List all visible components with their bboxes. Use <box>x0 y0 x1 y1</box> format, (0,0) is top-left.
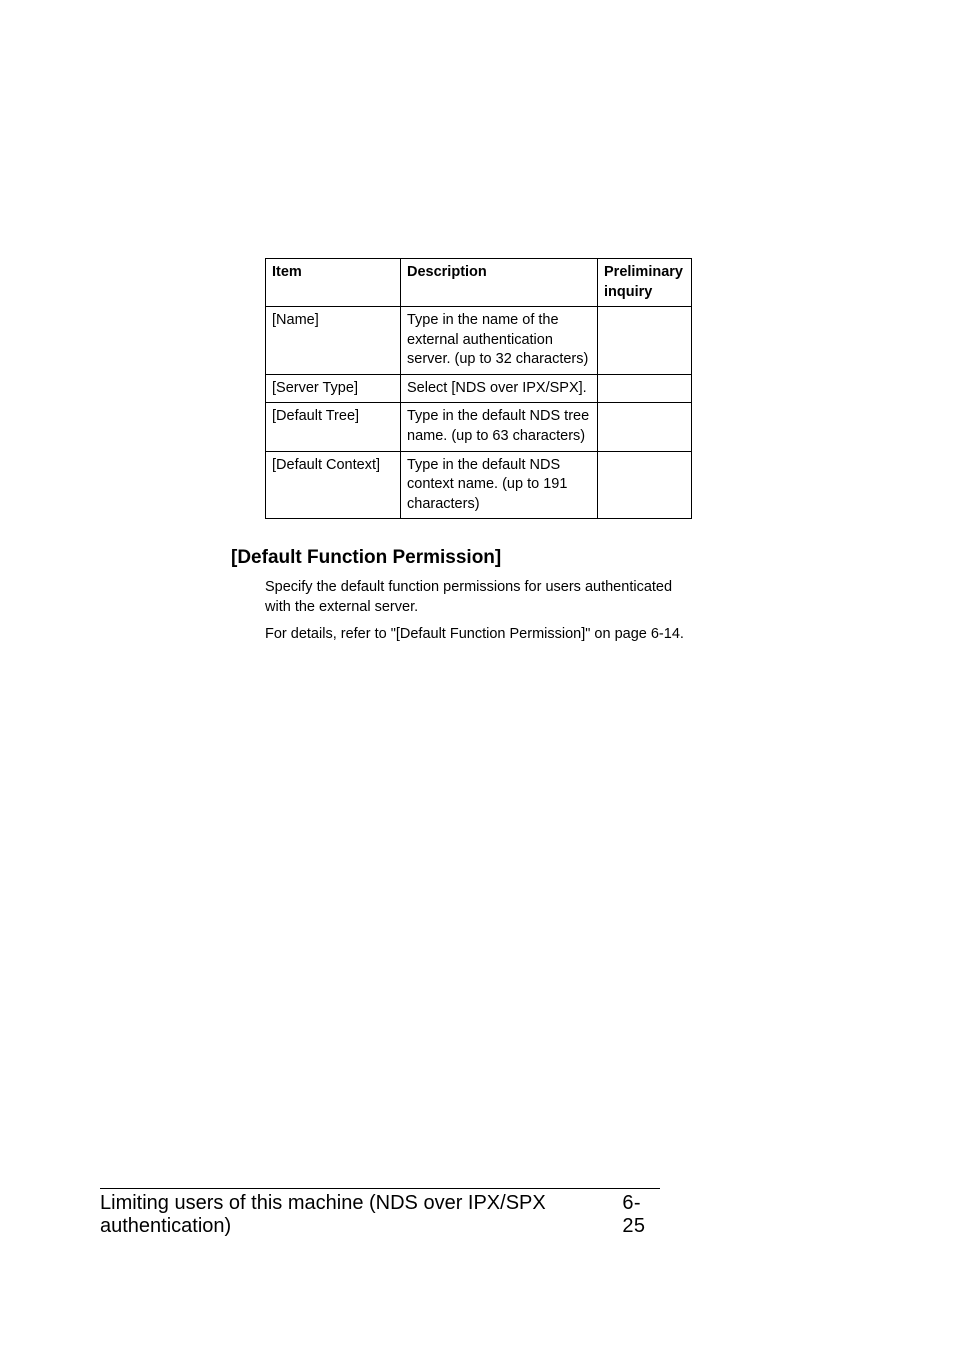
footer-rule <box>100 1188 660 1189</box>
main-content: Item Description Preliminary inquiry [Na… <box>265 258 691 650</box>
cell-desc: Type in the default NDS tree name. (up t… <box>401 403 598 451</box>
cell-desc: Type in the default NDS context name. (u… <box>401 451 598 519</box>
page: Item Description Preliminary inquiry [Na… <box>0 0 954 1350</box>
table-row: [Server Type] Select [NDS over IPX/SPX]. <box>266 374 692 403</box>
table-header-row: Item Description Preliminary inquiry <box>266 259 692 307</box>
cell-inq <box>598 451 692 519</box>
section-heading: [Default Function Permission] <box>231 547 691 569</box>
cell-item: [Server Type] <box>266 374 401 403</box>
header-item: Item <box>266 259 401 307</box>
cell-desc: Select [NDS over IPX/SPX]. <box>401 374 598 403</box>
footer-title: Limiting users of this machine (NDS over… <box>100 1192 622 1238</box>
cell-item: [Name] <box>266 307 401 375</box>
footer-page-number: 6-25 <box>622 1192 660 1238</box>
settings-table: Item Description Preliminary inquiry [Na… <box>265 258 692 519</box>
header-preliminary: Preliminary inquiry <box>598 259 692 307</box>
cell-inq <box>598 403 692 451</box>
header-description: Description <box>401 259 598 307</box>
cell-inq <box>598 374 692 403</box>
table-row: [Name] Type in the name of the external … <box>266 307 692 375</box>
cell-inq <box>598 307 692 375</box>
table-row: [Default Context] Type in the default ND… <box>266 451 692 519</box>
paragraph: For details, refer to "[Default Function… <box>265 624 691 644</box>
cell-item: [Default Tree] <box>266 403 401 451</box>
table-row: [Default Tree] Type in the default NDS t… <box>266 403 692 451</box>
footer-line: Limiting users of this machine (NDS over… <box>100 1192 660 1238</box>
page-footer: Limiting users of this machine (NDS over… <box>100 1188 854 1238</box>
paragraph: Specify the default function permissions… <box>265 577 691 618</box>
cell-item: [Default Context] <box>266 451 401 519</box>
cell-desc: Type in the name of the external authent… <box>401 307 598 375</box>
